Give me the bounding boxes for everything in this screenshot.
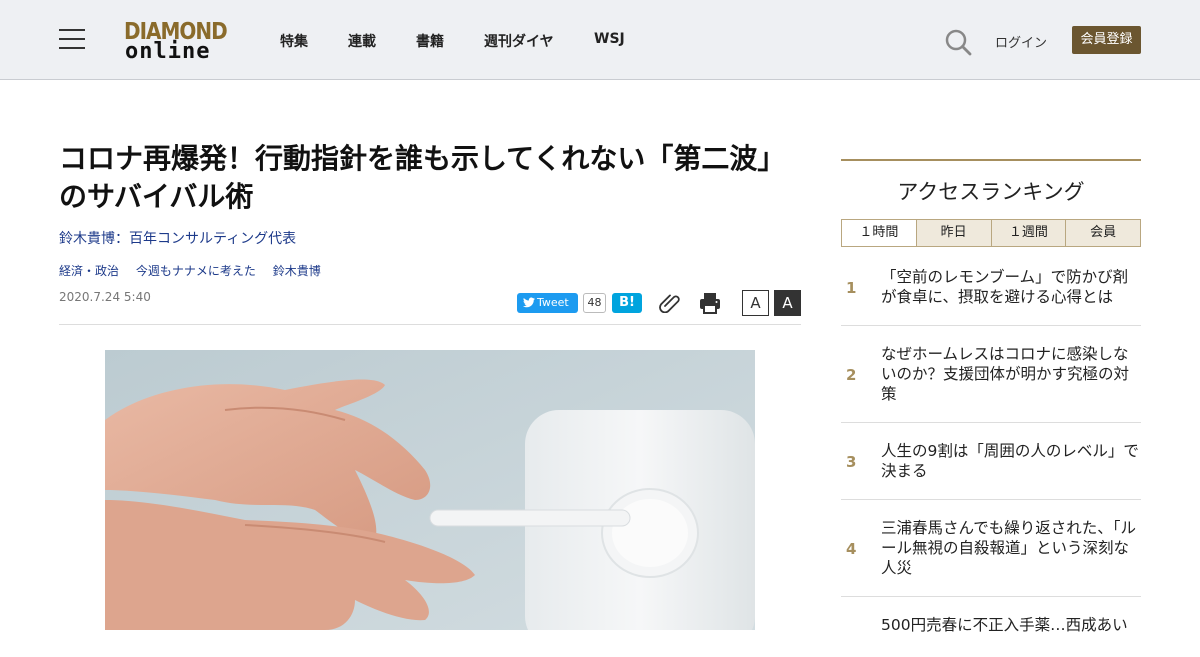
ranking-title: アクセスランキング — [897, 180, 1085, 204]
rank-headline: 500円売春に不正入手薬…西成あい — [881, 616, 1128, 634]
tag-link[interactable]: 経済・政治 — [59, 264, 119, 278]
sidebar-rule — [841, 159, 1141, 161]
clip-icon[interactable] — [658, 291, 682, 313]
nav-item-wsj[interactable]: WSJ — [594, 31, 625, 47]
font-size-small-button[interactable]: A — [742, 290, 769, 316]
login-link[interactable]: ログイン — [995, 32, 1047, 51]
rank-headline: 人生の9割は「周囲の人のレベル」で決まる — [881, 442, 1139, 480]
ranking-item[interactable]: 3 人生の9割は「周囲の人のレベル」で決まる — [841, 423, 1141, 500]
rank-number: 3 — [846, 453, 857, 471]
ranking-tabs: １時間 昨日 １週間 会員 — [841, 219, 1141, 247]
tab-yesterday[interactable]: 昨日 — [915, 220, 991, 246]
tweet-count: 48 — [583, 293, 606, 313]
tab-members[interactable]: 会員 — [1065, 220, 1140, 246]
rank-headline: 三浦春馬さんでも繰り返された、「ルール無視の自殺報道」という深刻な人災 — [881, 519, 1136, 577]
font-size-large-button[interactable]: A — [774, 290, 801, 316]
nav-item-series[interactable]: 連載 — [348, 31, 376, 51]
site-header: DIAMOND online 特集 連載 書籍 週刊ダイヤ WSJ ログイン 会… — [0, 0, 1200, 80]
ranking-item[interactable]: 2 なぜホームレスはコロナに感染しないのか？支援団体が明かす究極の対策 — [841, 326, 1141, 423]
twitter-bird-icon — [523, 297, 535, 308]
nav-item-weekly-diamond[interactable]: 週刊ダイヤ — [484, 31, 554, 51]
tag-link[interactable]: 今週もナナメに考えた — [136, 264, 256, 278]
tweet-button[interactable]: Tweet — [517, 293, 578, 313]
logo-bottom-text: online — [125, 39, 211, 64]
print-icon[interactable] — [698, 291, 722, 315]
ranking-item[interactable]: 500円売春に不正入手薬…西成あい — [841, 597, 1141, 657]
divider — [59, 324, 801, 325]
nav-item-features[interactable]: 特集 — [280, 31, 308, 51]
menu-icon[interactable] — [59, 29, 85, 49]
register-button[interactable]: 会員登録 — [1072, 26, 1141, 54]
site-logo[interactable]: DIAMOND online — [124, 17, 228, 64]
rank-headline: なぜホームレスはコロナに感染しないのか？支援団体が明かす究極の対策 — [881, 345, 1130, 403]
tag-link[interactable]: 鈴木貴博 — [273, 264, 321, 278]
tab-1-week[interactable]: １週間 — [990, 220, 1066, 246]
tab-1-hour[interactable]: １時間 — [842, 220, 916, 246]
hero-image — [105, 350, 755, 630]
search-icon[interactable] — [944, 28, 972, 56]
hatena-bookmark-button[interactable]: B! — [612, 293, 642, 313]
rank-number: 2 — [846, 366, 857, 384]
author-link[interactable]: 鈴木貴博：百年コンサルティング代表 — [59, 228, 296, 248]
article-tags: 経済・政治 今週もナナメに考えた 鈴木貴博 — [59, 262, 334, 279]
ranking-item[interactable]: 4 三浦春馬さんでも繰り返された、「ルール無視の自殺報道」という深刻な人災 — [841, 500, 1141, 597]
article-title: コロナ再爆発！行動指針を誰も示してくれない「第二波」のサバイバル術 — [59, 142, 786, 213]
tweet-label: Tweet — [537, 296, 569, 309]
ranking-item[interactable]: 1 「空前のレモンブーム」で防かび剤が食卓に、摂取を避ける心得とは — [841, 247, 1141, 326]
rank-number: 4 — [846, 540, 857, 558]
rank-number: 1 — [846, 279, 857, 297]
rank-headline: 「空前のレモンブーム」で防かび剤が食卓に、摂取を避ける心得とは — [881, 268, 1129, 306]
publish-date: 2020.7.24 5:40 — [59, 290, 151, 304]
nav-item-books[interactable]: 書籍 — [416, 31, 444, 51]
